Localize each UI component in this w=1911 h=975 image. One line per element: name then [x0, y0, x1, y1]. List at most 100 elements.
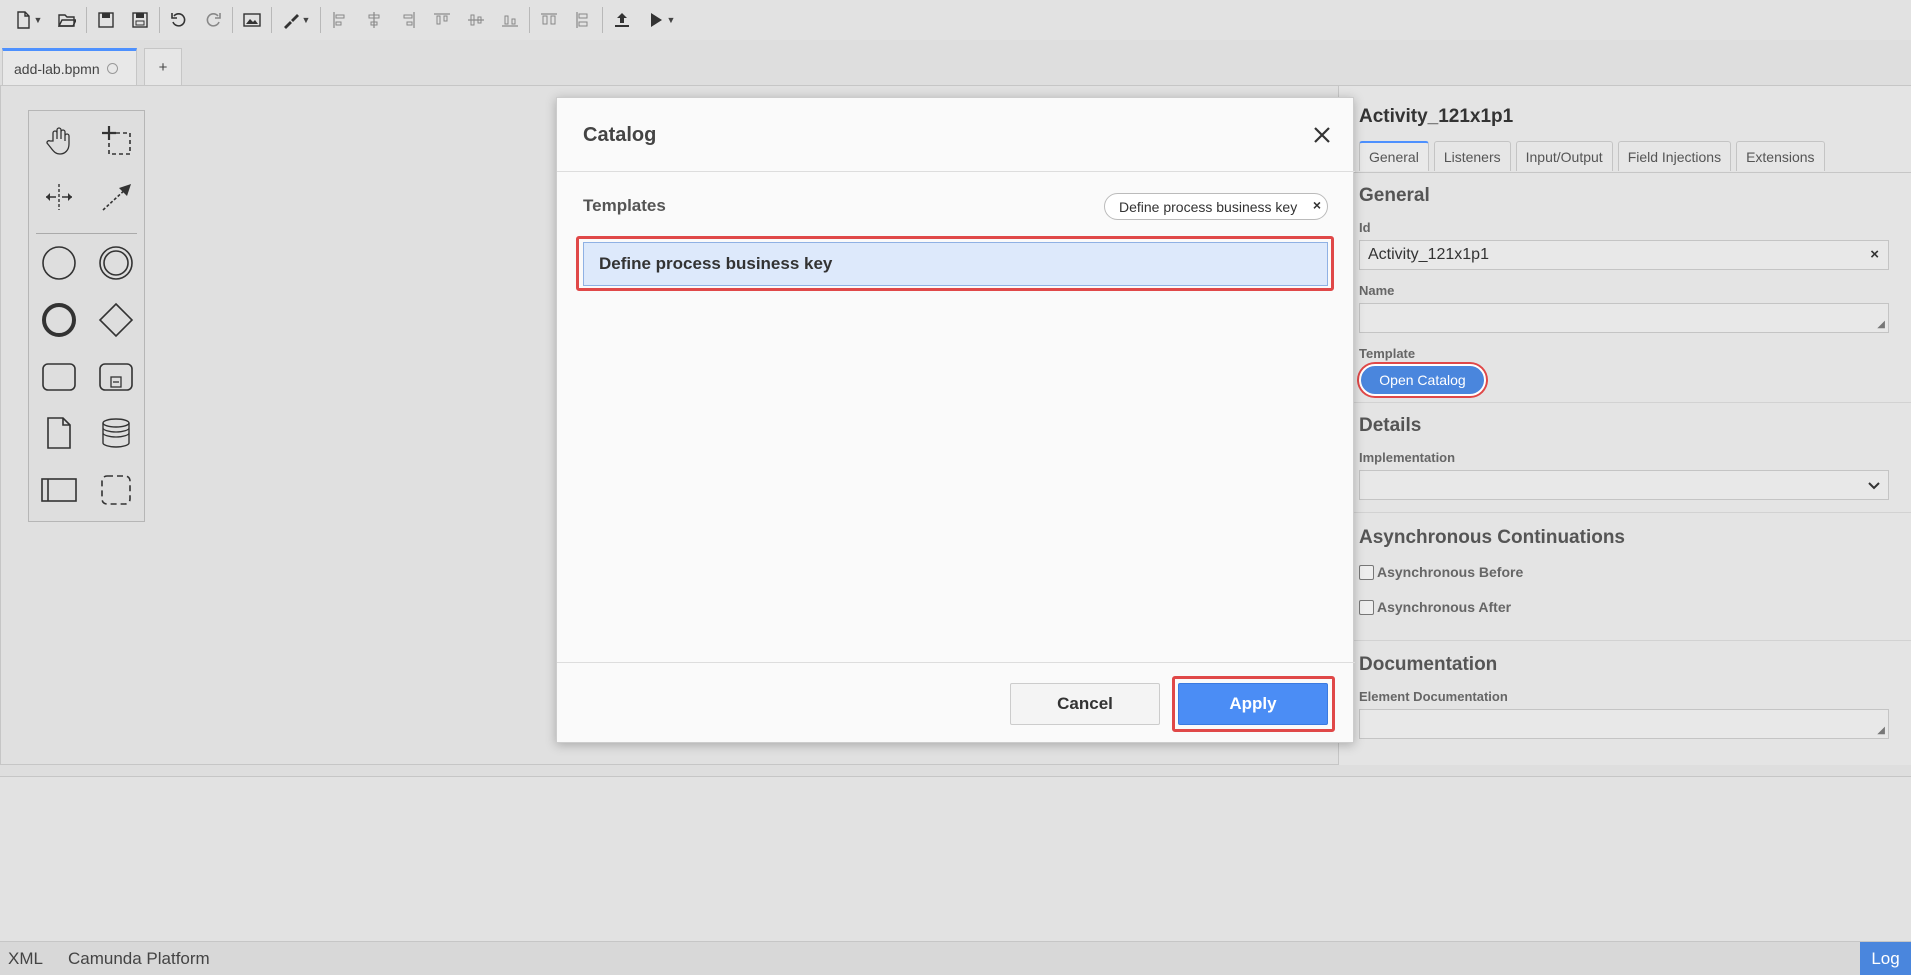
connect-tool-icon[interactable] — [94, 175, 138, 219]
align-top-icon[interactable] — [425, 5, 459, 35]
group-general-heading: General — [1359, 185, 1430, 206]
templates-label: Templates — [583, 196, 666, 215]
name-label: Name — [1359, 283, 1395, 298]
modal-footer-divider — [557, 662, 1355, 663]
async-after-label: Asynchronous After — [1377, 599, 1512, 615]
save-icon[interactable] — [89, 5, 123, 35]
distribute-horizontal-icon[interactable] — [532, 5, 566, 35]
group-icon[interactable] — [94, 468, 138, 512]
clear-icon[interactable]: × — [1870, 246, 1879, 263]
id-label: Id — [1359, 220, 1371, 235]
resize-handle-icon[interactable]: ◢ — [1877, 319, 1885, 330]
filter-text: Define process business key — [1119, 198, 1298, 215]
log-button[interactable]: Log — [1860, 942, 1911, 975]
properties-tabs: General Listeners Input/Output Field Inj… — [1359, 141, 1830, 173]
new-tab-button[interactable]: + — [144, 48, 182, 86]
chevron-down-icon — [1868, 482, 1880, 490]
log-panel — [0, 776, 1911, 941]
toolbar-divider — [602, 7, 603, 33]
element-documentation-field[interactable]: ◢ — [1359, 709, 1889, 739]
cancel-button[interactable]: Cancel — [1010, 683, 1160, 725]
pool-icon[interactable] — [37, 468, 81, 512]
async-before-row[interactable]: Asynchronous Before — [1359, 564, 1523, 580]
async-before-label: Asynchronous Before — [1377, 564, 1524, 580]
palette-divider — [36, 233, 137, 234]
lasso-tool-icon[interactable] — [94, 118, 138, 162]
export-image-icon[interactable] — [235, 5, 269, 35]
tab-add-lab-bpmn[interactable]: add-lab.bpmn — [2, 48, 137, 86]
tab-listeners[interactable]: Listeners — [1433, 141, 1511, 171]
unsaved-indicator-icon[interactable] — [106, 63, 118, 74]
implementation-select[interactable] — [1359, 470, 1889, 500]
align-bottom-icon[interactable] — [493, 5, 527, 35]
data-object-icon[interactable] — [37, 411, 81, 455]
tab-label: add-lab.bpmn — [14, 60, 100, 77]
color-picker-icon[interactable]: ▼ — [274, 5, 318, 35]
toolbar-divider — [86, 7, 87, 33]
catalog-modal: Catalog Templates Define process busines… — [556, 97, 1355, 743]
data-store-icon[interactable] — [94, 411, 138, 455]
group-divider — [1339, 640, 1911, 641]
toolbar-divider — [320, 7, 321, 33]
tab-input-output[interactable]: Input/Output — [1515, 141, 1613, 171]
name-field[interactable]: ◢ — [1359, 303, 1889, 333]
group-async-heading: Asynchronous Continuations — [1359, 527, 1625, 548]
align-middle-icon[interactable] — [459, 5, 493, 35]
modal-header: Catalog — [557, 98, 1355, 172]
template-list-item[interactable]: Define process business key — [583, 242, 1328, 286]
align-right-icon[interactable] — [391, 5, 425, 35]
tab-field-injections[interactable]: Field Injections — [1617, 141, 1732, 171]
start-instance-icon[interactable]: ▼ — [639, 5, 683, 35]
properties-panel: Activity_121x1p1 General Listeners Input… — [1338, 85, 1911, 765]
deploy-icon[interactable] — [605, 5, 639, 35]
gateway-icon[interactable] — [94, 298, 138, 342]
group-details-heading: Details — [1359, 415, 1422, 436]
save-as-icon[interactable] — [123, 5, 157, 35]
group-documentation-heading: Documentation — [1359, 654, 1498, 675]
open-folder-icon[interactable] — [50, 5, 84, 35]
plus-icon: + — [158, 59, 168, 76]
platform-indicator[interactable]: Camunda Platform — [68, 949, 210, 969]
element-title: Activity_121x1p1 — [1359, 106, 1514, 127]
open-catalog-button[interactable]: Open Catalog — [1359, 364, 1486, 396]
toolbar: ▼ ▼ ▼ — [0, 0, 1911, 40]
implementation-label: Implementation — [1359, 450, 1456, 465]
hand-tool-icon[interactable] — [37, 118, 81, 162]
status-bar: XML Camunda Platform Log — [0, 941, 1911, 975]
tool-palette — [28, 110, 145, 522]
close-icon[interactable] — [1309, 122, 1335, 148]
id-field[interactable]: Activity_121x1p1 × — [1359, 240, 1889, 270]
tab-general[interactable]: General — [1359, 141, 1429, 171]
group-divider — [1339, 402, 1911, 403]
subprocess-icon[interactable] — [94, 355, 138, 399]
undo-icon[interactable] — [162, 5, 196, 35]
align-center-icon[interactable] — [357, 5, 391, 35]
template-filter-chip[interactable]: Define process business key × — [1104, 193, 1328, 220]
async-after-checkbox[interactable] — [1359, 599, 1374, 615]
redo-icon[interactable] — [196, 5, 230, 35]
tab-extensions[interactable]: Extensions — [1736, 141, 1825, 171]
async-before-checkbox[interactable] — [1359, 564, 1374, 580]
tabs-divider — [1339, 172, 1911, 173]
apply-button[interactable]: Apply — [1178, 683, 1328, 725]
toolbar-divider — [529, 7, 530, 33]
align-left-icon[interactable] — [323, 5, 357, 35]
new-file-icon[interactable]: ▼ — [6, 5, 50, 35]
distribute-vertical-icon[interactable] — [566, 5, 600, 35]
async-after-row[interactable]: Asynchronous After — [1359, 599, 1511, 615]
toolbar-divider — [159, 7, 160, 33]
task-icon[interactable] — [37, 355, 81, 399]
element-documentation-label: Element Documentation — [1359, 689, 1508, 704]
group-divider — [1339, 512, 1911, 513]
intermediate-event-icon[interactable] — [94, 241, 138, 285]
space-tool-icon[interactable] — [37, 175, 81, 219]
xml-toggle[interactable]: XML — [8, 949, 43, 969]
end-event-icon[interactable] — [37, 298, 81, 342]
toolbar-divider — [271, 7, 272, 33]
id-value: Activity_121x1p1 — [1368, 246, 1489, 263]
start-event-icon[interactable] — [37, 241, 81, 285]
template-label: Template — [1359, 346, 1416, 361]
modal-title: Catalog — [583, 124, 657, 146]
clear-filter-icon[interactable]: × — [1312, 197, 1321, 213]
resize-handle-icon[interactable]: ◢ — [1877, 725, 1885, 736]
